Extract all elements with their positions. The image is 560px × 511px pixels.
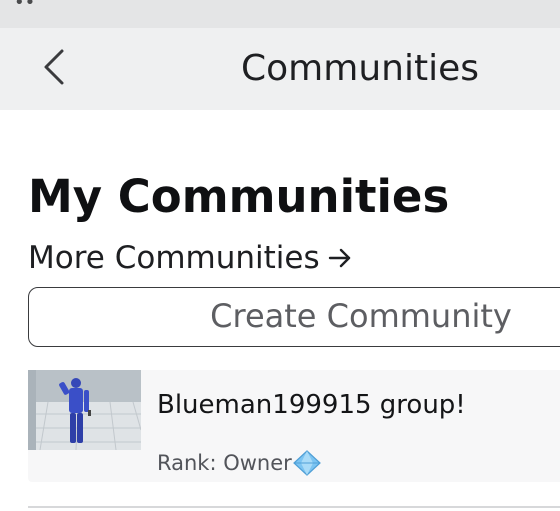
arrow-right-icon [328, 247, 352, 269]
diamond-icon [292, 450, 321, 476]
community-rank: Rank: Owner [157, 450, 321, 476]
group-avatar-thumbnail [28, 370, 141, 450]
top-header: Communities [0, 28, 560, 110]
status-icon: •• [14, 0, 36, 13]
rank-label: Rank: Owner [157, 451, 292, 475]
community-name: Blueman199915 group! [157, 390, 466, 420]
create-community-button[interactable]: Create Community [28, 287, 560, 347]
more-communities-link[interactable]: More Communities [28, 240, 352, 276]
status-bar: •• [0, 0, 560, 28]
more-communities-label: More Communities [28, 240, 320, 276]
header-title: Communities [241, 48, 479, 89]
community-list-item[interactable]: Blueman199915 group! Rank: Owner [28, 370, 560, 482]
page-title: My Communities [28, 170, 450, 223]
list-divider [28, 506, 560, 508]
create-community-label: Create Community [210, 297, 512, 335]
